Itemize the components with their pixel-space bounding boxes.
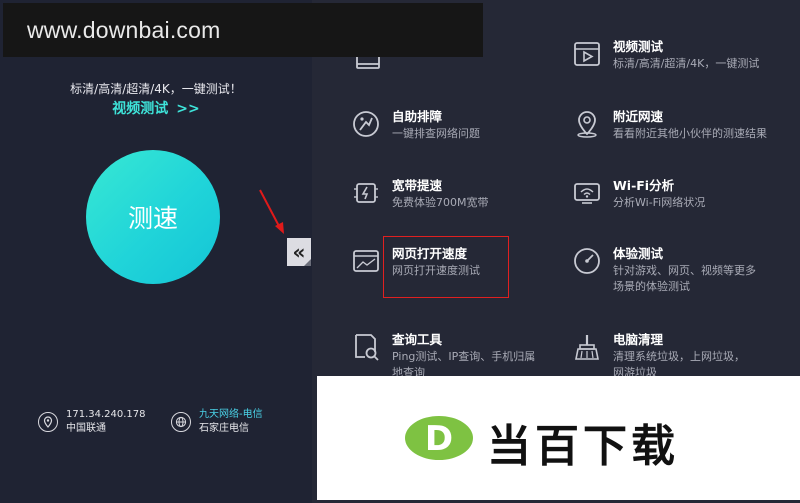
feature-desc: 分析Wi-Fi网络状况	[613, 196, 706, 209]
wifi-icon	[571, 177, 603, 209]
left-panel: 标清/高清/超清/4K，一键测试！ 视频测试 >> 测速 « 171.34.240…	[0, 0, 312, 503]
feature-desc: 标清/高清/超清/4K，一键测试	[613, 57, 760, 70]
feature-desc: 免费体验700M宽带	[392, 196, 489, 209]
feature-desc: 针对游戏、网页、视频等更多	[613, 264, 756, 277]
node-name: 九天网络-电信	[199, 409, 263, 420]
feature-query-tools[interactable]: 查询工具 Ping测试、IP查询、手机归属 地查询	[350, 331, 535, 381]
double-arrow-right-icon: >>	[176, 101, 200, 117]
collapse-button[interactable]: «	[287, 238, 311, 266]
badge-letter: D	[425, 419, 453, 459]
feature-title: 查询工具	[392, 332, 443, 347]
isp-name: 中国联通	[66, 423, 106, 434]
troubleshoot-icon	[350, 108, 382, 140]
feature-desc-line2: 场景的体验测试	[613, 280, 690, 293]
globe-icon	[171, 412, 191, 432]
video-test-link[interactable]: 视频测试 >>	[0, 98, 312, 118]
video-icon	[571, 38, 603, 70]
broom-icon	[571, 331, 603, 363]
brand-badge-icon: D	[405, 416, 473, 460]
feature-title: 附近网速	[613, 109, 664, 124]
red-highlight-box	[383, 236, 509, 298]
video-test-label: 视频测试	[112, 101, 169, 117]
location-icon	[571, 108, 603, 140]
feature-experience-test[interactable]: 体验测试 针对游戏、网页、视频等更多 场景的体验测试	[571, 245, 756, 295]
feature-title: 电脑清理	[613, 332, 664, 347]
feature-desc: 看看附近其他小伙伴的测速结果	[613, 127, 767, 140]
broadband-icon	[350, 177, 382, 209]
location-pin-icon	[38, 412, 58, 432]
feature-desc: 清理系统垃圾，上网垃圾，	[613, 350, 745, 363]
feature-pc-cleanup[interactable]: 电脑清理 清理系统垃圾，上网垃圾， 网游垃圾	[571, 331, 745, 381]
node-city: 石家庄电信	[199, 423, 249, 434]
brand-logo-overlay: D 当百下载	[317, 376, 800, 500]
feature-video-test[interactable]: 视频测试 标清/高清/超清/4K，一键测试	[571, 38, 759, 72]
feature-title: 宽带提速	[392, 178, 443, 193]
watermark-text: www.downbai.com	[27, 17, 221, 43]
gauge-icon	[571, 245, 603, 277]
feature-desc: Ping测试、IP查询、手机归属	[392, 350, 536, 363]
red-annotation-arrow-icon	[259, 189, 284, 234]
feature-title: Wi-Fi分析	[613, 178, 675, 193]
speed-test-button[interactable]: 测速	[86, 150, 220, 284]
watermark-banner: www.downbai.com	[3, 3, 483, 57]
feature-title: 体验测试	[613, 246, 664, 261]
feature-title: 视频测试	[613, 39, 664, 54]
feature-broadband-boost[interactable]: 宽带提速 免费体验700M宽带	[350, 177, 489, 211]
node-info[interactable]: 九天网络-电信 石家庄电信	[171, 408, 263, 436]
ip-address: 171.34.240.178	[66, 409, 146, 420]
brand-name: 当百下载	[487, 421, 679, 472]
video-tagline: 标清/高清/超清/4K，一键测试！	[70, 82, 242, 96]
feature-title: 自助排障	[392, 109, 443, 124]
ip-info: 171.34.240.178 中国联通	[38, 408, 146, 436]
webpage-icon	[350, 245, 382, 277]
feature-wifi-analysis[interactable]: Wi-Fi分析 分析Wi-Fi网络状况	[571, 177, 705, 211]
feature-nearby-speed[interactable]: 附近网速 看看附近其他小伙伴的测速结果	[571, 108, 767, 142]
feature-troubleshoot[interactable]: 自助排障 一键排查网络问题	[350, 108, 480, 142]
feature-desc: 一键排查网络问题	[392, 127, 480, 140]
double-chevron-left-icon: «	[292, 240, 306, 264]
search-tool-icon	[350, 331, 382, 363]
